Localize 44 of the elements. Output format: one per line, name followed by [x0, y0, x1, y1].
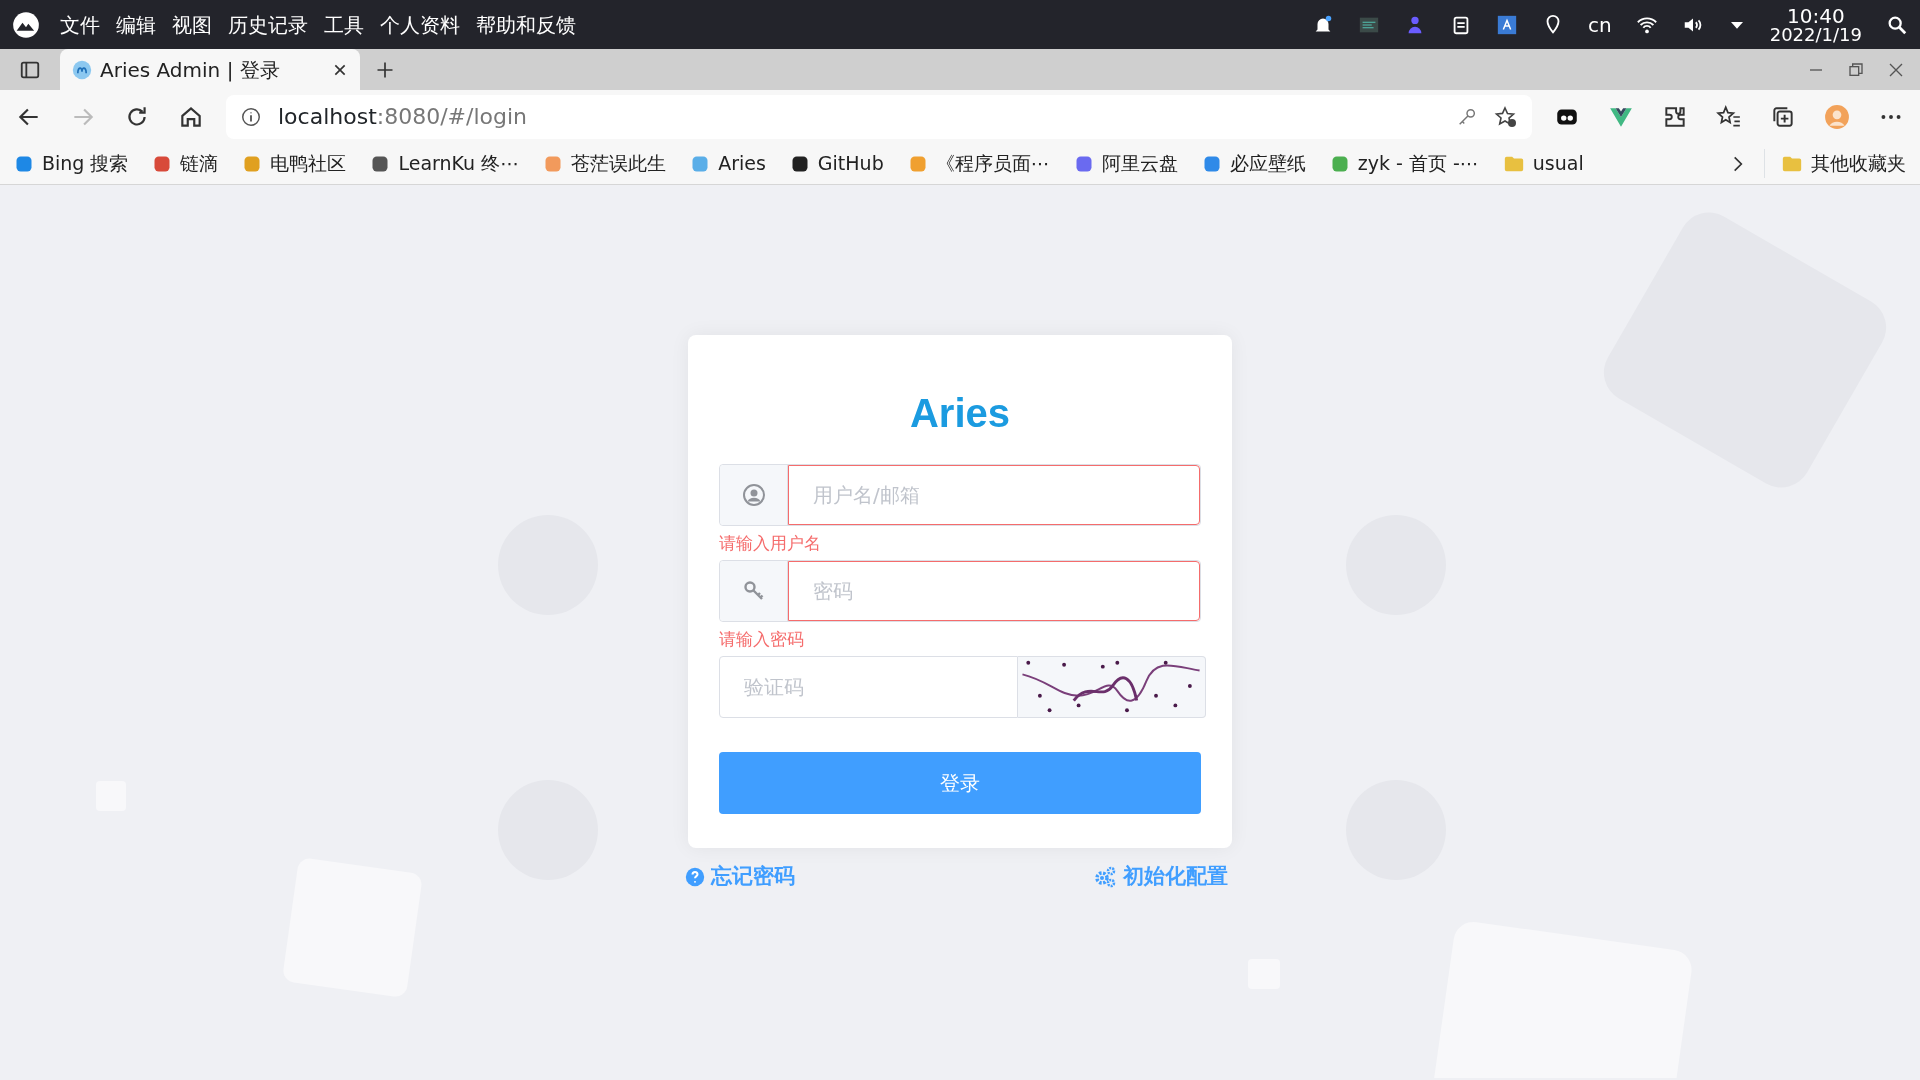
url-text: localhost:8080/#/login	[278, 103, 529, 131]
keyboard-icon[interactable]	[1496, 13, 1519, 36]
bookmark[interactable]: Aries	[690, 149, 766, 178]
app-logo-icon[interactable]	[12, 10, 40, 39]
bookmark[interactable]: 苍茫误此生	[543, 149, 667, 178]
error-message: 请输入密码	[719, 629, 804, 649]
bookmark[interactable]: zyk - 首页 -⋯	[1329, 149, 1479, 178]
user-icon	[741, 483, 766, 507]
star-add-icon[interactable]	[1494, 104, 1518, 129]
help-icon	[685, 866, 705, 887]
restore-icon[interactable]	[1848, 61, 1864, 78]
bookmark[interactable]: 电鸭社区	[242, 149, 347, 178]
bookmark-folder[interactable]: 其他收藏夹	[1764, 149, 1906, 178]
tab-title: Aries Admin | 登录	[100, 56, 281, 84]
captcha-drawing[interactable]	[1018, 656, 1206, 718]
clock-time: 10:40	[1787, 5, 1845, 26]
bookmark[interactable]: usual	[1502, 149, 1584, 178]
menu-item[interactable]: 历史记录	[224, 9, 312, 40]
address-bar[interactable]: localhost:8080/#/login	[226, 94, 1532, 139]
bookmark[interactable]: 阿里云盘	[1073, 149, 1178, 178]
bookmark[interactable]: Bing 搜索	[14, 149, 129, 178]
menu-item[interactable]: 工具	[320, 9, 368, 40]
gears-icon	[1093, 864, 1117, 889]
menu-item[interactable]: 视图	[168, 9, 216, 40]
menu-item[interactable]: 帮助和反馈	[472, 9, 580, 40]
menu-item[interactable]: 个人资料	[376, 9, 464, 40]
bookmark[interactable]: LearnKu 终⋯	[370, 149, 520, 178]
menu-item[interactable]: 编辑	[112, 9, 160, 40]
bookmark[interactable]: 《程序员面⋯	[907, 149, 1050, 178]
input-method-label[interactable]: cn	[1588, 9, 1612, 40]
app-title: Aries	[908, 393, 1012, 433]
username-field[interactable]: 用户名/邮箱	[788, 465, 1200, 525]
bookmark[interactable]: 链滴	[152, 149, 219, 178]
info-icon[interactable]	[240, 105, 262, 128]
captcha-field[interactable]: 验证码	[719, 656, 1018, 718]
menu-item[interactable]: 文件	[56, 9, 104, 40]
bookmark[interactable]: GitHub	[789, 149, 884, 178]
error-message: 请输入用户名	[719, 533, 821, 553]
password-field[interactable]: 密码	[788, 561, 1200, 621]
browser-tab[interactable]: Aries Admin | 登录	[60, 49, 360, 90]
clock-date: 2022/1/19	[1769, 25, 1862, 44]
aries-icon	[72, 59, 92, 80]
favorites-icon[interactable]	[1716, 103, 1742, 130]
bookmark[interactable]: 必应壁纸	[1201, 149, 1306, 178]
